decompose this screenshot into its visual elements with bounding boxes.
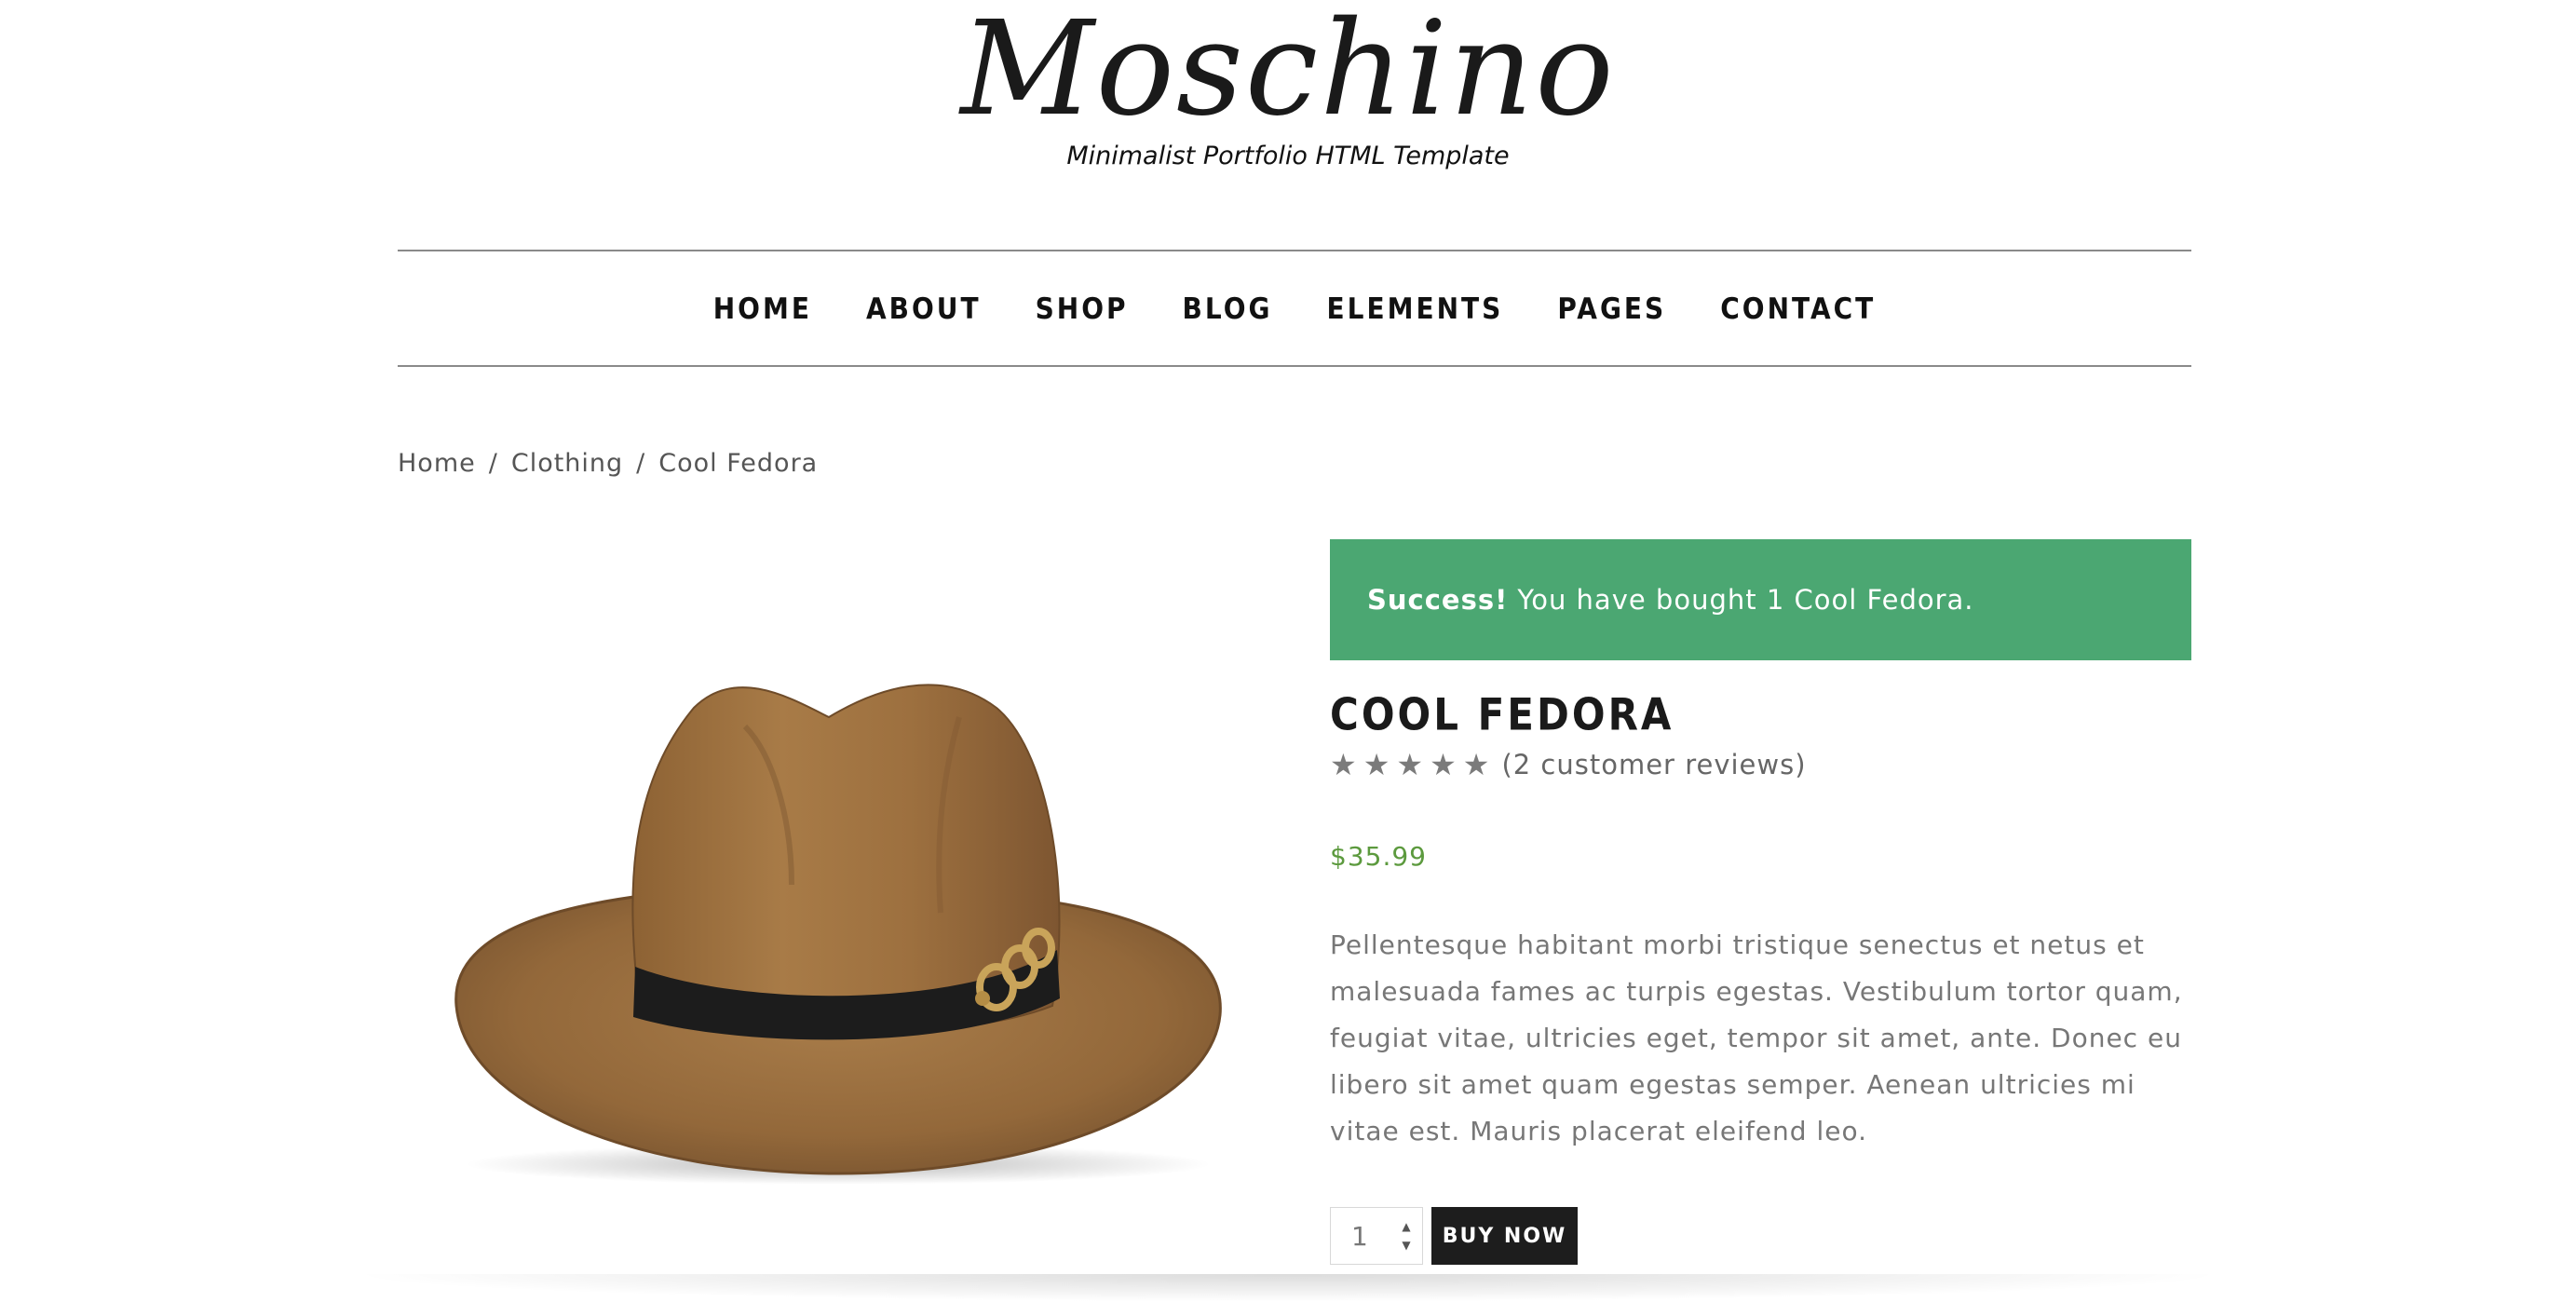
buy-now-button[interactable]: BUY NOW	[1431, 1207, 1578, 1265]
spin-up-icon[interactable]: ▲	[1402, 1221, 1410, 1232]
product-rating: ★ ★ ★ ★ ★ (2 customer reviews)	[1330, 749, 1807, 780]
star-icon: ★	[1396, 747, 1425, 782]
alert-strong: Success!	[1367, 584, 1509, 616]
fedora-hat-image	[454, 684, 1222, 1185]
main-nav: HOME ABOUT SHOP BLOG ELEMENTS PAGES CONT…	[398, 251, 2191, 365]
breadcrumb-clothing[interactable]: Clothing	[511, 449, 623, 478]
star-icon: ★	[1363, 747, 1391, 782]
star-icon: ★	[1462, 747, 1491, 782]
reviews-link[interactable]: (2 customer reviews)	[1501, 749, 1806, 780]
quantity-stepper[interactable]: ▲ ▼	[1330, 1207, 1423, 1265]
nav-item-elements[interactable]: ELEMENTS	[1327, 292, 1504, 326]
quantity-input[interactable]	[1351, 1220, 1389, 1252]
star-rating: ★ ★ ★ ★ ★	[1330, 750, 1490, 780]
nav-item-about[interactable]: ABOUT	[866, 292, 982, 326]
nav-item-home[interactable]: HOME	[713, 292, 812, 326]
nav-item-blog[interactable]: BLOG	[1183, 292, 1273, 326]
star-icon: ★	[1330, 747, 1358, 782]
spinner-arrows[interactable]: ▲ ▼	[1400, 1221, 1413, 1251]
nav-divider-bottom	[398, 365, 2191, 367]
product-image[interactable]	[438, 671, 1239, 1192]
breadcrumb-current: Cool Fedora	[658, 449, 819, 478]
product-price: $35.99	[1330, 841, 1427, 872]
site-logo[interactable]: Moschino	[0, 0, 2576, 140]
breadcrumb-home[interactable]: Home	[398, 449, 476, 478]
product-description: Pellentesque habitant morbi tristique se…	[1330, 929, 2183, 1146]
footer-shadow	[345, 1274, 2231, 1302]
product-title: COOL FEDORA	[1330, 689, 1674, 740]
alert-message: You have bought 1 Cool Fedora.	[1517, 584, 1974, 616]
star-icon: ★	[1430, 747, 1457, 782]
nav-item-shop[interactable]: SHOP	[1036, 292, 1129, 326]
site-tagline: Minimalist Portfolio HTML Template	[1066, 142, 1510, 170]
breadcrumb-separator: /	[636, 449, 646, 478]
success-alert: Success! You have bought 1 Cool Fedora.	[1330, 539, 2191, 660]
spin-down-icon[interactable]: ▼	[1402, 1240, 1410, 1251]
nav-item-pages[interactable]: PAGES	[1557, 292, 1666, 326]
nav-item-contact[interactable]: CONTACT	[1720, 292, 1876, 326]
breadcrumb-separator: /	[488, 449, 498, 478]
breadcrumb: Home / Clothing / Cool Fedora	[398, 449, 818, 478]
page: Moschino Minimalist Portfolio HTML Templ…	[0, 0, 2576, 1302]
